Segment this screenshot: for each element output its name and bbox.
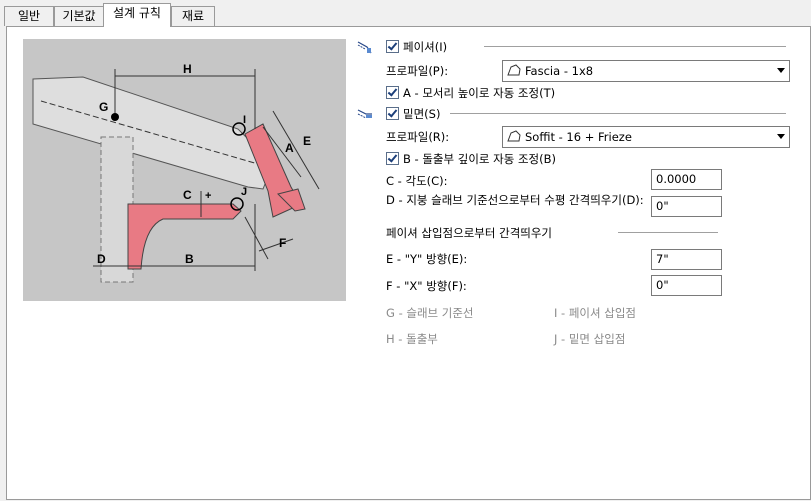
dim-f: [258, 238, 294, 252]
legend-g: G - 슬래브 기준선: [386, 306, 474, 320]
label-j: J: [241, 186, 247, 198]
label-a: A: [285, 141, 294, 155]
fascia-profile-value: Fascia - 1x8: [525, 64, 594, 78]
angle-input[interactable]: 0.0000: [651, 169, 722, 190]
x-direction-value: 0": [656, 278, 669, 292]
label-f: F: [279, 236, 286, 250]
fascia-checkbox-box[interactable]: [386, 40, 399, 53]
fascia-profile-label: 프로파일(P):: [386, 64, 449, 78]
roof-slab: [32, 76, 274, 190]
insert-offset-separator: [618, 232, 718, 233]
fascia-checkbox-label: 페이셔(I): [403, 40, 448, 54]
soffit-checkbox-box[interactable]: [386, 107, 399, 120]
soffit-checkbox[interactable]: 밑면(S): [386, 106, 440, 122]
label-d: D: [97, 252, 106, 266]
dim-f-ext: [244, 216, 269, 260]
diagram-drawing: H G I A E C + J F D B: [32, 62, 320, 283]
fascia-icon: [357, 41, 372, 54]
offset-value: 0": [656, 199, 669, 213]
soffit-profile-select[interactable]: Soffit - 16 + Frieze: [502, 126, 790, 148]
label-e: E: [303, 134, 311, 148]
point-g: [111, 113, 119, 121]
y-direction-label: E - "Y" 방향(E):: [386, 252, 468, 266]
fascia-auto-adjust-label: A - 모서리 높이로 자동 조정(T): [403, 86, 556, 100]
soffit-separator: [450, 113, 786, 114]
tab-design-rules[interactable]: 설계 규칙: [103, 3, 171, 27]
x-direction-input[interactable]: 0": [651, 275, 722, 296]
soffit-profile-value: Soffit - 16 + Frieze: [525, 130, 632, 144]
tab-defaults[interactable]: 기본값: [54, 6, 104, 26]
fascia-auto-adjust-box[interactable]: [386, 86, 399, 99]
roof-edge-diagram: H G I A E C + J F D B: [23, 39, 346, 301]
soffit-profile-label: 프로파일(R):: [386, 130, 450, 144]
label-g: G: [99, 100, 108, 114]
tab-general[interactable]: 일반: [4, 6, 54, 26]
label-i: I: [243, 114, 246, 126]
profile-shape-icon: [507, 130, 521, 142]
soffit-icon: [357, 109, 372, 119]
chevron-down-icon[interactable]: [777, 68, 785, 73]
angle-value: 0.0000: [656, 172, 697, 186]
fascia-separator: [484, 46, 786, 47]
y-direction-input[interactable]: 7": [651, 249, 722, 270]
soffit-auto-adjust-label: B - 돌출부 깊이로 자동 조정(B): [403, 152, 556, 166]
x-direction-label: F - "X" 방향(F):: [386, 279, 467, 293]
offset-input[interactable]: 0": [651, 196, 722, 217]
soffit-auto-adjust-checkbox[interactable]: B - 돌출부 깊이로 자동 조정(B): [386, 151, 556, 167]
label-plus: +: [205, 190, 211, 202]
angle-label: C - 각도(C):: [386, 174, 448, 188]
soffit-auto-adjust-box[interactable]: [386, 152, 399, 165]
label-h: H: [183, 62, 192, 76]
fascia-auto-adjust-checkbox[interactable]: A - 모서리 높이로 자동 조정(T): [386, 85, 555, 101]
tab-materials[interactable]: 재료: [171, 6, 215, 26]
fascia-checkbox[interactable]: 페이셔(I): [386, 39, 447, 55]
soffit-checkbox-label: 밑면(S): [403, 107, 441, 121]
legend-h: H - 돌출부: [386, 332, 438, 346]
chevron-down-icon[interactable]: [777, 134, 785, 139]
label-c: C: [183, 188, 192, 202]
y-direction-value: 7": [656, 252, 669, 266]
label-b: B: [185, 252, 194, 266]
offset-label: D - 지붕 슬래브 기준선으로부터 수평 간격띄우기(D):: [386, 193, 644, 207]
legend-i: I - 페이셔 삽입점: [554, 306, 636, 320]
legend-j: J - 밑면 삽입점: [554, 332, 626, 346]
profile-shape-icon: [507, 64, 521, 76]
insert-offset-header: 페이셔 삽입점으로부터 간격띄우기: [386, 226, 553, 240]
fascia-profile-select[interactable]: Fascia - 1x8: [502, 60, 790, 82]
